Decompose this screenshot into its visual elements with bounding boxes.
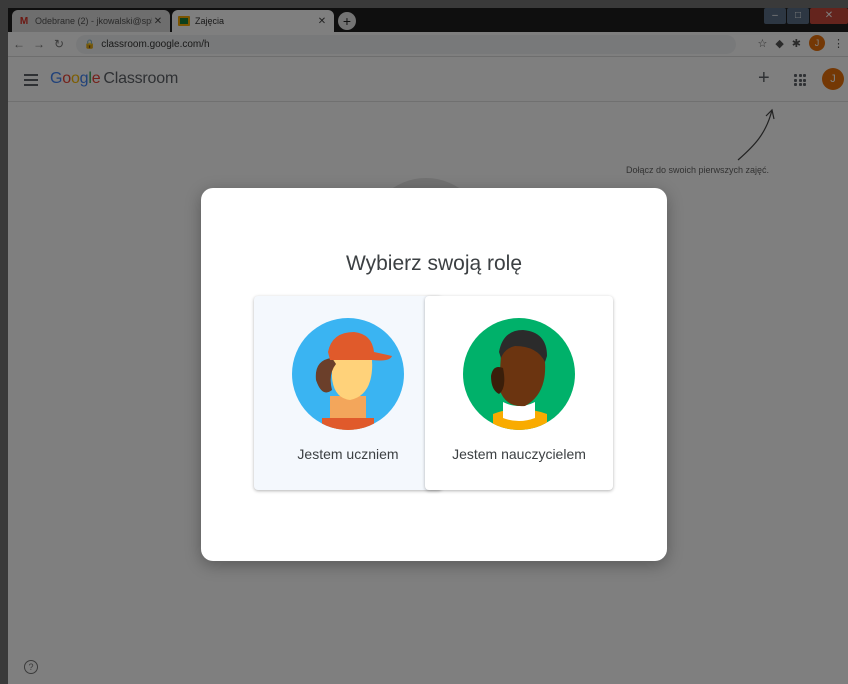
teacher-role-label: Jestem nauczycielem	[452, 446, 586, 462]
student-avatar-icon	[292, 318, 404, 430]
dialog-title: Wybierz swoją rolę	[345, 252, 523, 275]
student-role-card[interactable]: Jestem uczniem	[254, 296, 442, 490]
teacher-avatar-icon	[463, 318, 575, 430]
browser-window: M Odebrane (2) - jkowalski@sp5.edu ✕ Zaj…	[8, 8, 848, 684]
role-selection-dialog: Wybierz swoją rolę Jestem uczniem Jestem…	[201, 188, 667, 561]
teacher-role-card[interactable]: Jestem nauczycielem	[425, 296, 613, 490]
student-role-label: Jestem uczniem	[297, 446, 399, 462]
